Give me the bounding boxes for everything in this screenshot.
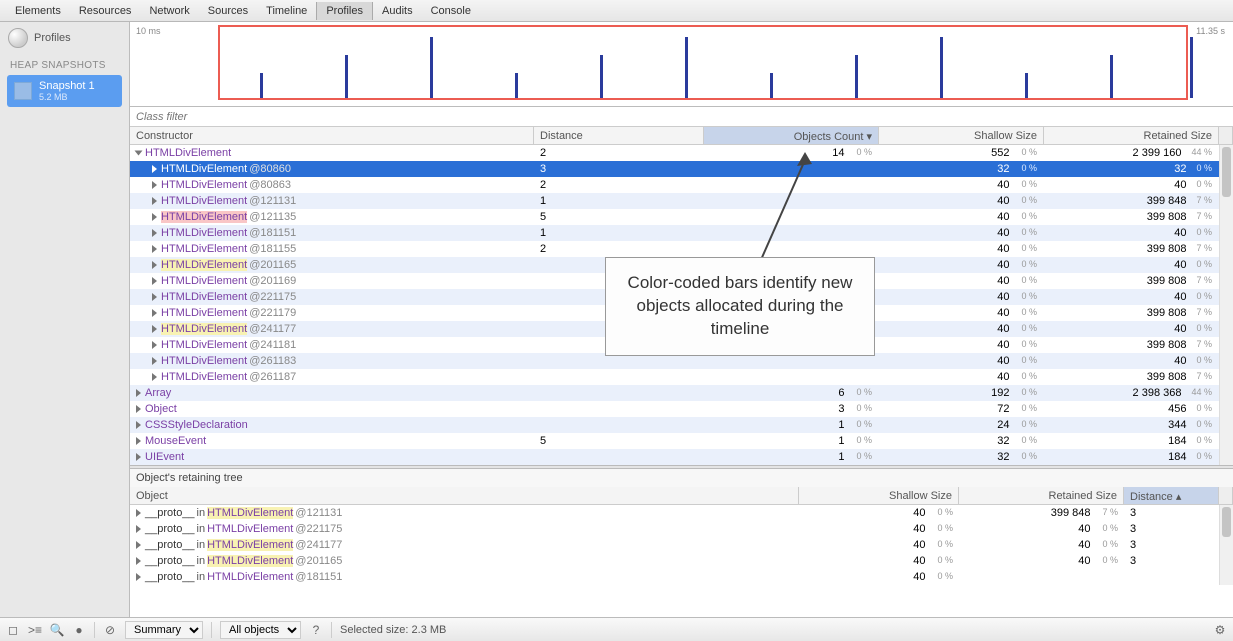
retain-row[interactable]: __proto__ in HTMLDivElement @241177400 %… (130, 537, 1233, 553)
col-shallow-size[interactable]: Shallow Size (879, 127, 1044, 144)
col-objects-count[interactable]: Objects Count ▾ (704, 127, 879, 144)
tab-resources[interactable]: Resources (70, 2, 141, 20)
timeline-bar (685, 37, 688, 98)
timeline-bar (1025, 73, 1028, 98)
table-row[interactable]: HTMLDivElement @808632400 %400 % (130, 177, 1233, 193)
snapshot-name: Snapshot 1 (39, 80, 95, 92)
timeline-end-label: 11.35 s (1196, 26, 1225, 36)
col2-shallow[interactable]: Shallow Size (799, 487, 959, 504)
console-icon[interactable]: >≡ (28, 623, 42, 637)
retain-row[interactable]: __proto__ in HTMLDivElement @201165400 %… (130, 553, 1233, 569)
retain-row[interactable]: __proto__ in HTMLDivElement @221175400 %… (130, 521, 1233, 537)
retain-grid-body[interactable]: __proto__ in HTMLDivElement @121131400 %… (130, 505, 1233, 585)
tab-audits[interactable]: Audits (373, 2, 422, 20)
table-row[interactable]: MouseEvent510 %320 %1840 % (130, 433, 1233, 449)
table-row[interactable]: CSSStyleDeclaration10 %240 %3440 % (130, 417, 1233, 433)
col2-object[interactable]: Object (130, 487, 799, 504)
class-filter-row (130, 107, 1233, 127)
snapshot-item[interactable]: Snapshot 1 5.2 MB (7, 75, 122, 107)
retaining-tree-title: Object's retaining tree (130, 469, 1233, 487)
annotation-callout: Color-coded bars identify new objects al… (605, 257, 875, 356)
snapshot-size: 5.2 MB (39, 92, 95, 102)
snapshot-icon (14, 82, 32, 100)
table-row[interactable]: HTMLDivElement2140 %5520 %2 399 16044 % (130, 145, 1233, 161)
table-row[interactable]: HTMLDivElement @1211311400 %399 8487 % (130, 193, 1233, 209)
tab-network[interactable]: Network (140, 2, 198, 20)
grid-scrollbar[interactable] (1219, 145, 1233, 465)
retain-row[interactable]: __proto__ in HTMLDivElement @121131400 %… (130, 505, 1233, 521)
timeline-bar (1190, 37, 1193, 98)
table-row[interactable]: UIEvent10 %320 %1840 % (130, 449, 1233, 465)
clear-icon[interactable]: ⊘ (103, 623, 117, 637)
retain-grid-header: Object Shallow Size Retained Size Distan… (130, 487, 1233, 505)
timeline-bar (940, 37, 943, 98)
table-row[interactable]: HTMLDivElement @1811511400 %400 % (130, 225, 1233, 241)
allocation-timeline[interactable]: 10 ms 11.35 s (130, 22, 1233, 107)
tab-console[interactable]: Console (422, 2, 480, 20)
col-constructor[interactable]: Constructor (130, 127, 534, 144)
col-retained-size[interactable]: Retained Size (1044, 127, 1219, 144)
heap-grid-header: Constructor Distance Objects Count ▾ Sha… (130, 127, 1233, 145)
timeline-bar (345, 55, 348, 98)
timeline-bar (260, 73, 263, 98)
table-row[interactable]: HTMLDivElement @1211355400 %399 8087 % (130, 209, 1233, 225)
profiles-header: Profiles (0, 22, 129, 54)
table-row[interactable]: Array60 %1920 %2 398 36844 % (130, 385, 1233, 401)
timeline-bar (770, 73, 773, 98)
timeline-bar (600, 55, 603, 98)
tab-profiles[interactable]: Profiles (316, 2, 373, 20)
class-filter-input[interactable] (130, 107, 330, 126)
profiles-title: Profiles (34, 32, 71, 44)
view-select[interactable]: Summary (125, 621, 203, 639)
col2-distance[interactable]: Distance ▴ (1124, 487, 1219, 504)
annotation-arrow (705, 152, 815, 262)
col-distance[interactable]: Distance (534, 127, 704, 144)
timeline-bar (855, 55, 858, 98)
sidebar-section-label: HEAP SNAPSHOTS (0, 54, 129, 75)
profiles-icon (8, 28, 28, 48)
table-row[interactable]: Object30 %720 %4560 % (130, 401, 1233, 417)
col2-retained[interactable]: Retained Size (959, 487, 1124, 504)
record-icon[interactable]: ● (72, 623, 86, 637)
timeline-bar (515, 73, 518, 98)
search-icon[interactable]: 🔍 (50, 623, 64, 637)
table-row[interactable]: HTMLDivElement @1811552400 %399 8087 % (130, 241, 1233, 257)
timeline-bar (430, 37, 433, 98)
settings-icon[interactable]: ⚙ (1213, 623, 1227, 637)
dock-icon[interactable]: ◻ (6, 623, 20, 637)
table-row[interactable]: HTMLDivElement @261187400 %399 8087 % (130, 369, 1233, 385)
status-bar: ◻ >≡ 🔍 ● ⊘ Summary All objects ? Selecte… (0, 617, 1233, 641)
tab-timeline[interactable]: Timeline (257, 2, 316, 20)
devtools-tabs: ElementsResourcesNetworkSourcesTimelineP… (0, 0, 1233, 22)
retain-row[interactable]: __proto__ in HTMLDivElement @181151400 % (130, 569, 1233, 585)
profiles-sidebar: Profiles HEAP SNAPSHOTS Snapshot 1 5.2 M… (0, 22, 130, 617)
selected-size-label: Selected size: 2.3 MB (340, 624, 446, 636)
timeline-selection (218, 25, 1188, 100)
tab-elements[interactable]: Elements (6, 2, 70, 20)
help-icon[interactable]: ? (309, 623, 323, 637)
table-row[interactable]: HTMLDivElement @808603320 %320 % (130, 161, 1233, 177)
timeline-start-label: 10 ms (136, 26, 161, 36)
retain-scrollbar[interactable] (1219, 505, 1233, 585)
tab-sources[interactable]: Sources (199, 2, 257, 20)
filter-select[interactable]: All objects (220, 621, 301, 639)
timeline-bar (1110, 55, 1113, 98)
